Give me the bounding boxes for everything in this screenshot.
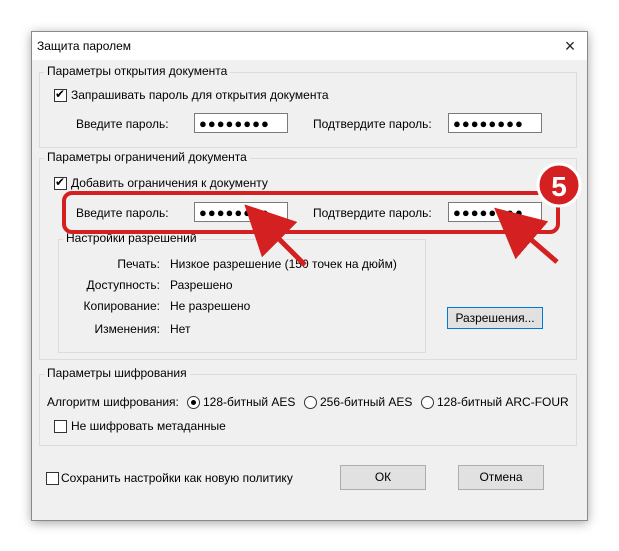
perm-changes-value: Нет xyxy=(170,322,191,336)
restrict-password-label: Введите пароль: xyxy=(76,206,169,220)
no-metadata-label: Не шифровать метаданные xyxy=(71,419,226,433)
require-open-password-checkbox[interactable]: ✔ xyxy=(54,87,67,102)
save-policy-checkbox[interactable] xyxy=(46,472,59,485)
check-icon: ✔ xyxy=(55,87,66,101)
restrictions-legend: Параметры ограничений документа xyxy=(44,150,250,164)
algorithm-label: Алгоритм шифрования: xyxy=(47,395,179,409)
ok-button[interactable]: ОК xyxy=(340,465,426,490)
radio-aes128[interactable] xyxy=(187,396,200,409)
perm-changes-name: Изменения: xyxy=(94,322,160,336)
perm-copy-name: Копирование: xyxy=(83,299,160,313)
open-confirm-label: Подтвердите пароль: xyxy=(313,117,432,131)
restrictions-group: Параметры ограничений документа ✔ Добави… xyxy=(39,150,577,360)
perm-access-name: Доступность: xyxy=(86,278,160,292)
save-policy-label: Сохранить настройки как новую политику xyxy=(61,471,293,485)
password-protection-dialog: Защита паролем × Параметры открытия доку… xyxy=(31,31,588,521)
radio-arcfour-label: 128-битный ARC-FOUR xyxy=(437,395,569,409)
open-settings-legend: Параметры открытия документа xyxy=(44,64,231,78)
close-icon[interactable]: × xyxy=(553,32,587,60)
open-settings-group: Параметры открытия документа ✔ Запрашива… xyxy=(39,64,577,148)
radio-aes128-label: 128-битный AES xyxy=(203,395,296,409)
title-bar: Защита паролем × xyxy=(32,32,587,60)
restrict-password-field[interactable]: ●●●●●●●● xyxy=(194,202,288,222)
encryption-group: Параметры шифрования Алгоритм шифрования… xyxy=(39,366,577,446)
perm-copy-value: Не разрешено xyxy=(170,299,251,313)
restrict-confirm-field[interactable]: ●●●●●●●● xyxy=(448,202,542,222)
radio-aes256[interactable] xyxy=(304,396,317,409)
radio-aes256-label: 256-битный AES xyxy=(320,395,413,409)
require-open-password-label: Запрашивать пароль для открытия документ… xyxy=(71,88,329,102)
cancel-button[interactable]: Отмена xyxy=(458,465,544,490)
radio-arcfour[interactable] xyxy=(421,396,434,409)
open-password-field[interactable]: ●●●●●●●● xyxy=(194,113,288,133)
restrict-confirm-label: Подтвердите пароль: xyxy=(313,206,432,220)
perm-print-value: Низкое разрешение (150 точек на дюйм) xyxy=(170,257,397,271)
permissions-button[interactable]: Разрешения... xyxy=(447,307,543,329)
open-password-label: Введите пароль: xyxy=(76,117,169,131)
perm-access-value: Разрешено xyxy=(170,278,233,292)
radio-selected-dot xyxy=(191,400,196,405)
open-confirm-field[interactable]: ●●●●●●●● xyxy=(448,113,542,133)
check-icon: ✔ xyxy=(55,175,66,189)
window-title: Защита паролем xyxy=(37,39,132,53)
add-restrictions-checkbox[interactable]: ✔ xyxy=(54,175,67,190)
perm-print-name: Печать: xyxy=(117,257,160,271)
permissions-subgroup: Настройки разрешений Печать: Низкое разр… xyxy=(58,231,426,353)
no-metadata-checkbox[interactable] xyxy=(54,420,67,433)
encryption-legend: Параметры шифрования xyxy=(44,366,190,380)
permissions-legend: Настройки разрешений xyxy=(63,231,200,245)
add-restrictions-label: Добавить ограничения к документу xyxy=(71,176,268,190)
